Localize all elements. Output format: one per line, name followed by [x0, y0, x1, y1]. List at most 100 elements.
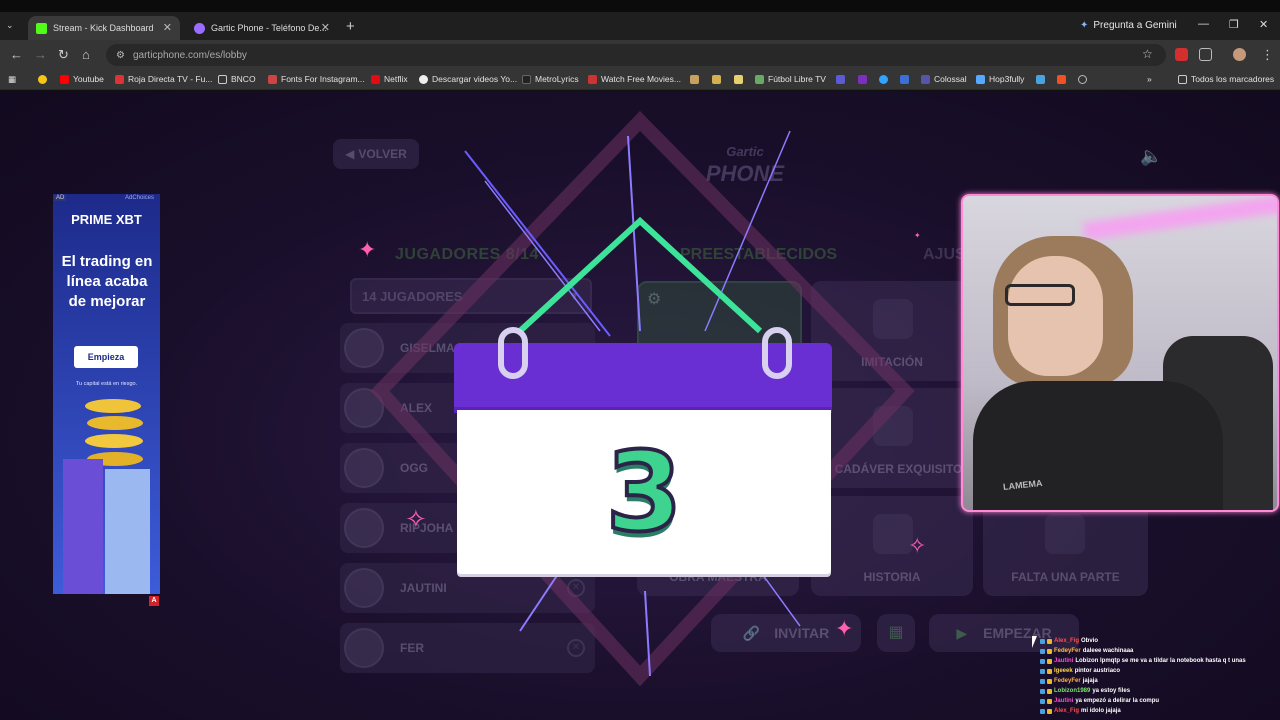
bookmark-icon-2[interactable] — [712, 75, 721, 84]
fonts-icon — [268, 74, 277, 84]
kick-player-icon[interactable]: ✕ — [567, 639, 585, 657]
emoji-bookmark-icon[interactable] — [38, 75, 47, 84]
bookmark-descargar[interactable]: Descargar videos Yo... — [419, 74, 517, 84]
yahoo-icon[interactable] — [858, 75, 867, 84]
kick-player-icon[interactable]: ✕ — [567, 579, 585, 597]
bookmark-star-icon[interactable]: ☆ — [1142, 47, 1153, 61]
reload-icon[interactable]: ↻ — [58, 47, 69, 63]
bookmark-roja-directa[interactable]: Roja Directa TV - Fu... — [115, 74, 212, 84]
site-info-icon[interactable]: ⚙ — [116, 50, 125, 61]
adchoices-link[interactable]: AdChoices — [125, 195, 154, 201]
bookmark-icon-3[interactable] — [734, 75, 743, 84]
bookmark-icon-5[interactable] — [879, 75, 888, 84]
more-bookmarks-icon[interactable]: » — [1147, 74, 1152, 84]
address-bar[interactable]: ⚙ garticphone.com/es/lobby — [106, 44, 1166, 66]
back-arrow-icon: ◀ — [345, 147, 355, 161]
profile-avatar-icon[interactable] — [1233, 48, 1246, 61]
chat-badge-icon — [1047, 668, 1052, 674]
chat-badge-icon — [1040, 638, 1045, 644]
roja-directa-icon — [115, 74, 124, 84]
browser-tab-bar: ⌄ Stream - Kick Dashboard ✕ Gartic Phone… — [0, 0, 1280, 40]
chat-username: Lobizon1989 — [1054, 688, 1091, 694]
player-name: ALEX — [400, 401, 433, 415]
prime-xbt-ad[interactable]: AD AdChoices PRIME XBT El trading en lín… — [53, 194, 160, 594]
bookmark-icon-7[interactable] — [1036, 75, 1045, 84]
sparkle-icon: ✦ — [914, 231, 921, 240]
close-window-icon[interactable]: ✕ — [1259, 18, 1268, 31]
bookmark-label: Fútbol Libre TV — [768, 74, 826, 84]
chat-badge-icon — [1040, 708, 1045, 714]
player-name: GISELMA — [400, 341, 455, 355]
chat-text: Obvio — [1081, 638, 1099, 644]
sound-icon[interactable]: 🔈 — [1140, 146, 1162, 167]
bookmark-icon-6[interactable] — [900, 75, 909, 84]
extensions-puzzle-icon[interactable] — [1199, 48, 1212, 61]
close-tab-icon[interactable]: ✕ — [321, 21, 330, 34]
players-select-value: 14 JUGADORES — [362, 288, 463, 304]
mode-cadaver-exquisito[interactable]: CADÁVER EXQUISITO — [811, 388, 986, 488]
tab-gartic-phone[interactable]: Gartic Phone - Teléfono De... ✕ — [186, 16, 338, 40]
chat-message: FedeyFer jajaja — [1040, 676, 1280, 686]
players-count-select[interactable]: 14 JUGADORES ▼ — [350, 278, 592, 314]
globe-icon[interactable] — [1078, 75, 1087, 84]
ad-marker-icon[interactable]: A — [149, 596, 159, 606]
back-button[interactable]: ◀ VOLVER — [333, 139, 419, 169]
bookmark-label: Netflix — [384, 74, 408, 84]
tab-kick-dashboard[interactable]: Stream - Kick Dashboard ✕ — [28, 16, 180, 40]
chat-badge-icon — [1047, 678, 1052, 684]
bookmark-colossal[interactable]: Colossal — [921, 74, 967, 84]
microsoft-icon[interactable] — [1057, 75, 1066, 84]
play-icon: ▶ — [956, 624, 968, 641]
chat-badge-icon — [1040, 678, 1045, 684]
chat-username: FedeyFer — [1054, 678, 1081, 684]
stream-chat-overlay: Alex_Fig Obvio FedeyFer daleee wachinaaa Jau… — [1040, 636, 1280, 720]
back-icon[interactable]: ← — [10, 47, 23, 62]
apps-grid-icon[interactable]: ▦ — [8, 74, 16, 85]
missing-piece-icon — [1045, 514, 1085, 554]
mode-label: HISTORIA — [863, 570, 921, 584]
player-avatar — [344, 628, 384, 668]
coin-stack-image — [63, 459, 103, 594]
bookmark-metrolyrics[interactable]: MetroLyrics — [522, 74, 579, 84]
bookmark-bnco[interactable]: BNCO — [218, 74, 256, 84]
gemini-button[interactable]: ✦ Pregunta a Gemini — [1080, 20, 1177, 31]
new-tab-button[interactable]: + — [346, 18, 355, 35]
home-icon[interactable]: ⌂ — [82, 47, 90, 62]
settings-tab-title[interactable]: AJUS — [923, 246, 966, 264]
chat-username: Alex_Fig — [1054, 638, 1080, 644]
sparkle-icon: ✦ — [835, 616, 854, 641]
bookmark-icon-1[interactable] — [690, 75, 699, 84]
mode-historia[interactable]: HISTORIA — [811, 496, 973, 596]
bookmark-hop3fully[interactable]: Hop3fully — [976, 74, 1024, 84]
bookmark-icon-4[interactable] — [836, 75, 845, 84]
bookmark-youtube[interactable]: Youtube — [60, 74, 104, 84]
bookmark-fonts[interactable]: Fonts For Instagram... — [268, 74, 365, 84]
back-label: VOLVER — [358, 147, 407, 161]
forward-icon[interactable]: → — [34, 47, 47, 62]
gear-icon: ⚙ — [647, 291, 662, 308]
bookmark-netflix[interactable]: Netflix — [371, 74, 408, 84]
chat-username: lgeeek — [1054, 668, 1073, 674]
chat-username: Jautini — [1054, 658, 1074, 664]
streamer-face — [1008, 256, 1103, 376]
close-tab-icon[interactable]: ✕ — [163, 21, 172, 34]
qr-code-button[interactable]: ▦ — [877, 614, 915, 652]
tab-search-icon[interactable]: ⌄ — [6, 20, 14, 31]
bookmark-futbol-libre[interactable]: Fútbol Libre TV — [755, 74, 826, 84]
bookmark-watch-movies[interactable]: Watch Free Movies... — [588, 74, 681, 84]
extension-icon[interactable] — [1175, 48, 1188, 61]
menu-kebab-icon[interactable]: ⋮ — [1261, 47, 1274, 63]
page-viewport: ◀ VOLVER Gartic PHONE 🔈 JUGADORES 8/14 1… — [0, 91, 1280, 720]
chat-badge-icon — [1047, 708, 1052, 714]
mode-imitacion[interactable]: IMITACIÓN — [811, 281, 973, 381]
sparkle-icon: ✦ — [358, 237, 377, 262]
ad-cta-button[interactable]: Empieza — [74, 346, 138, 368]
chat-text: daleee wachinaaa — [1082, 648, 1134, 654]
player-name: OGG — [400, 461, 429, 475]
minimize-icon[interactable]: — — [1198, 18, 1209, 30]
all-bookmarks[interactable]: Todos los marcadores — [1178, 74, 1274, 84]
bookmark-label: Youtube — [73, 74, 104, 84]
sparkle-icon: ✧ — [908, 533, 927, 558]
browser-toolbar: ← → ↻ ⌂ ⚙ garticphone.com/es/lobby ☆ ⋮ — [0, 40, 1280, 70]
restore-icon[interactable]: ❐ — [1229, 18, 1239, 31]
